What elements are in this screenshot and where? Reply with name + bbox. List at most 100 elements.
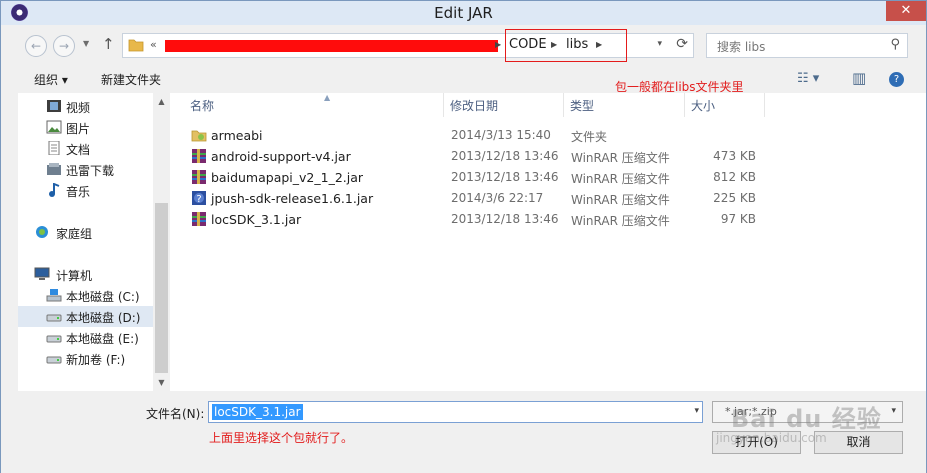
help-icon[interactable]: ? xyxy=(889,72,904,87)
sidebar-item-pictures[interactable]: 图片 xyxy=(18,117,155,138)
winrar-archive-icon xyxy=(192,170,206,184)
file-date: 2014/3/13 15:40 xyxy=(451,128,551,142)
folder-icon xyxy=(128,39,144,52)
file-type: 文件夹 xyxy=(571,130,608,144)
folder-icon xyxy=(191,130,207,142)
sidebar-item-label: 本地磁盘 (E:) xyxy=(66,332,139,346)
column-header-label: 名称 xyxy=(190,99,215,113)
column-header-date[interactable]: 修改日期 xyxy=(444,93,564,117)
back-button[interactable]: ← xyxy=(25,35,47,57)
navigation-pane: 视频 图片 文档 迅雷下载 音乐 家庭组 计算机 本地磁盘 (C:) 本地磁盘 … xyxy=(18,93,170,391)
file-type: WinRAR 压缩文件 xyxy=(571,151,670,165)
homegroup-icon xyxy=(36,226,48,238)
preview-pane-icon[interactable]: ▥ xyxy=(852,69,866,87)
file-name: locSDK_3.1.jar xyxy=(211,212,302,227)
sidebar-item-drive-c[interactable]: 本地磁盘 (C:) xyxy=(18,285,155,306)
computer-icon xyxy=(34,267,50,280)
winrar-archive-icon xyxy=(192,212,206,226)
drive-icon xyxy=(46,314,62,322)
new-folder-button[interactable]: 新建文件夹 xyxy=(101,71,161,88)
system-drive-icon xyxy=(46,289,62,302)
column-header-type[interactable]: 类型 xyxy=(564,93,685,117)
forward-button[interactable]: → xyxy=(53,35,75,57)
title-bar: Edit JAR ✕ xyxy=(1,1,926,25)
scroll-down-arrow[interactable]: ▼ xyxy=(153,374,170,391)
drive-icon xyxy=(46,335,62,343)
file-size: 225 KB xyxy=(713,191,756,205)
filename-dropdown[interactable]: ▾ xyxy=(694,406,699,416)
file-size: 97 KB xyxy=(720,212,756,226)
sidebar-item-label: 新加卷 (F:) xyxy=(66,353,126,367)
baidu-watermark-url: jingyan.baidu.com xyxy=(716,431,827,445)
file-type: WinRAR 压缩文件 xyxy=(571,193,670,207)
sidebar-item-label: 计算机 xyxy=(56,269,93,283)
view-options-icon[interactable]: ☷ ▾ xyxy=(797,71,819,86)
download-folder-icon xyxy=(47,163,61,175)
file-row-locsdk[interactable]: locSDK_3.1.jar 2013/12/18 13:46 WinRAR 压… xyxy=(170,209,790,230)
sidebar-item-music[interactable]: 音乐 xyxy=(18,180,155,201)
unknown-archive-icon: ? xyxy=(192,191,206,205)
sidebar-item-drive-d[interactable]: 本地磁盘 (D:) xyxy=(18,306,155,327)
file-type: WinRAR 压缩文件 xyxy=(571,172,670,186)
file-type: WinRAR 压缩文件 xyxy=(571,214,670,228)
sidebar-item-thunder-downloads[interactable]: 迅雷下载 xyxy=(18,159,155,180)
drive-icon xyxy=(46,356,62,364)
file-list: 名称 ▲ 修改日期 类型 大小 armeabi 2014/3/13 15:40 … xyxy=(170,93,926,391)
filename-input[interactable]: locSDK_3.1.jar ▾ xyxy=(208,401,703,423)
file-name: android-support-v4.jar xyxy=(211,149,351,164)
breadcrumb-separator[interactable]: ▶ xyxy=(495,40,501,49)
sidebar-item-drive-e[interactable]: 本地磁盘 (E:) xyxy=(18,327,155,348)
search-icon[interactable]: ⚲ xyxy=(890,37,900,52)
document-icon xyxy=(48,141,60,155)
baidu-watermark: Bai du 经验 xyxy=(731,405,882,433)
recent-locations-dropdown[interactable]: ▼ xyxy=(83,39,89,48)
file-row-android-support[interactable]: android-support-v4.jar 2013/12/18 13:46 … xyxy=(170,146,790,167)
file-size: 812 KB xyxy=(713,170,756,184)
sidebar-scrollbar[interactable]: ▲ ▼ xyxy=(153,93,170,391)
window-title: Edit JAR xyxy=(434,4,493,22)
file-name: baidumapapi_v2_1_2.jar xyxy=(211,170,364,185)
filename-value[interactable]: locSDK_3.1.jar xyxy=(212,404,303,420)
address-dropdown[interactable]: ▾ xyxy=(657,39,662,49)
file-row-jpush-sdk[interactable]: ? jpush-sdk-release1.6.1.jar 2014/3/6 22… xyxy=(170,188,790,209)
sidebar-item-label: 家庭组 xyxy=(56,227,93,241)
filename-label: 文件名(N): xyxy=(146,407,205,421)
scroll-thumb[interactable] xyxy=(155,203,168,373)
close-button[interactable]: ✕ xyxy=(886,1,926,21)
file-row-armeabi[interactable]: armeabi 2014/3/13 15:40 文件夹 xyxy=(170,125,790,146)
sidebar-item-videos[interactable]: 视频 xyxy=(18,96,155,117)
file-row-baidumapapi[interactable]: baidumapapi_v2_1_2.jar 2013/12/18 13:46 … xyxy=(170,167,790,188)
sidebar-item-label: 迅雷下载 xyxy=(66,164,115,178)
organize-menu[interactable]: 组织 ▾ xyxy=(34,71,68,88)
column-header-size[interactable]: 大小 xyxy=(685,93,765,117)
sidebar-item-label: 音乐 xyxy=(66,185,91,199)
up-button[interactable]: ↑ xyxy=(102,35,115,53)
file-type-dropdown[interactable]: ▾ xyxy=(891,406,896,416)
column-header-name[interactable]: 名称 ▲ xyxy=(184,93,444,117)
search-input[interactable]: 搜索 libs ⚲ xyxy=(706,33,908,58)
overflow-chevron[interactable]: « xyxy=(150,38,157,51)
sidebar-item-label: 文档 xyxy=(66,143,91,157)
video-icon xyxy=(47,100,61,112)
sidebar-item-drive-f[interactable]: 新加卷 (F:) xyxy=(18,348,155,369)
file-date: 2013/12/18 13:46 xyxy=(451,149,559,163)
sort-ascending-icon: ▲ xyxy=(324,93,331,102)
file-name: jpush-sdk-release1.6.1.jar xyxy=(211,191,374,206)
sidebar-item-label: 视频 xyxy=(66,101,91,115)
file-date: 2013/12/18 13:46 xyxy=(451,170,559,184)
edit-jar-dialog: Edit JAR ✕ ← → ▼ ↑ « ▶ CODE ▶ libs ▶ ▾ ⟳… xyxy=(0,0,927,473)
command-toolbar: 组织 ▾ 新建文件夹 包一般都在libs文件夹里 ☷ ▾ ▥ ? xyxy=(1,65,926,94)
scroll-up-arrow[interactable]: ▲ xyxy=(153,93,170,110)
sidebar-item-homegroup[interactable]: 家庭组 xyxy=(18,222,155,243)
music-icon xyxy=(49,183,60,197)
cancel-button[interactable]: 取消 xyxy=(814,431,903,454)
annotation-highlight-box xyxy=(505,29,627,62)
sidebar-item-documents[interactable]: 文档 xyxy=(18,138,155,159)
file-date: 2014/3/6 22:17 xyxy=(451,191,544,205)
refresh-icon[interactable]: ⟳ xyxy=(676,36,688,52)
sidebar-item-computer[interactable]: 计算机 xyxy=(18,264,155,285)
sidebar-item-label: 本地磁盘 (C:) xyxy=(66,290,140,304)
winrar-archive-icon xyxy=(192,149,206,163)
picture-icon xyxy=(46,120,62,134)
search-placeholder: 搜索 libs xyxy=(717,40,766,54)
